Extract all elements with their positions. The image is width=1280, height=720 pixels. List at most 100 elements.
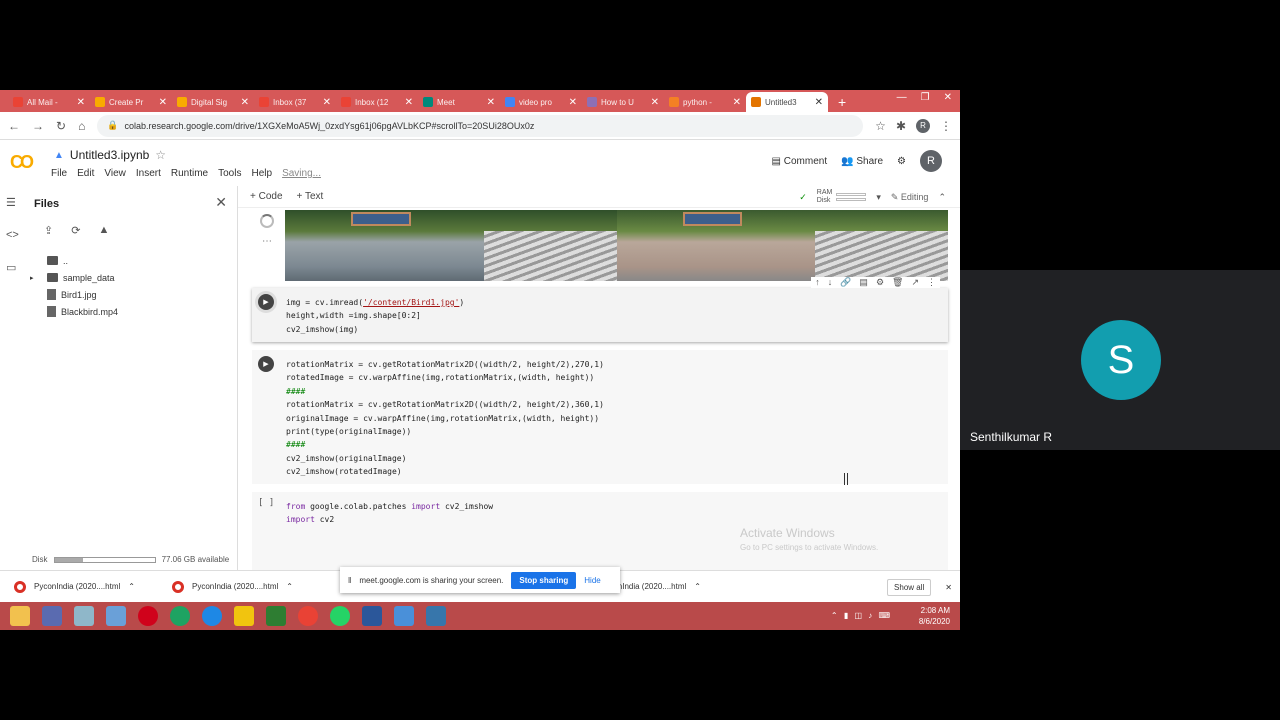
close-tab-icon[interactable]: ✕ bbox=[815, 97, 823, 108]
code-cell-imread[interactable]: ▶ ↑ ↓ 🔗 ▤ ⚙ 🗑 ↗ ⋮ img = cv.imread('/cont… bbox=[252, 277, 948, 342]
cell-execution-count[interactable]: [ ] bbox=[258, 498, 274, 508]
spreadsheet-icon[interactable] bbox=[266, 606, 286, 626]
output-menu-icon[interactable]: ⋯ bbox=[262, 236, 272, 247]
close-downloads-icon[interactable]: ✕ bbox=[945, 583, 952, 592]
close-tab-icon[interactable]: ✕ bbox=[405, 97, 413, 108]
close-tab-icon[interactable]: ✕ bbox=[569, 97, 577, 108]
browser-tab[interactable]: All Mail - ✕ bbox=[8, 92, 90, 112]
upload-icon[interactable]: ⇪ bbox=[44, 224, 53, 237]
menu-item-view[interactable]: View bbox=[104, 168, 126, 179]
refresh-icon[interactable]: ⟳ bbox=[71, 224, 80, 237]
forward-icon[interactable]: → bbox=[32, 119, 44, 133]
comment-cell-icon[interactable]: ▤ bbox=[859, 277, 868, 288]
add-text-button[interactable]: + Text bbox=[297, 191, 324, 202]
run-cell-button[interactable]: ▶ bbox=[258, 294, 274, 310]
add-code-button[interactable]: + Code bbox=[250, 191, 283, 202]
run-cell-button[interactable]: ▶ bbox=[258, 356, 274, 372]
colab-logo[interactable]: CO bbox=[10, 152, 34, 173]
close-window-icon[interactable]: ✕ bbox=[944, 92, 952, 103]
editing-mode[interactable]: ✎ Editing bbox=[891, 192, 929, 203]
system-tray-icons[interactable]: ⌃ ▮ ◫ ♪ ⌨ bbox=[831, 611, 892, 620]
notebook-title[interactable]: Untitled3.ipynb bbox=[70, 148, 149, 162]
collapse-header-icon[interactable]: ⌃ bbox=[938, 192, 946, 203]
python-icon[interactable] bbox=[234, 606, 254, 626]
user-avatar[interactable]: R bbox=[920, 150, 942, 172]
tree-row-blackbird[interactable]: Blackbird.mp4 bbox=[30, 303, 118, 320]
star-icon[interactable]: ☆ bbox=[155, 148, 166, 162]
delete-cell-icon[interactable]: 🗑 bbox=[892, 277, 903, 288]
code-cell-rotation[interactable]: ▶ rotationMatrix = cv.getRotationMatrix2… bbox=[252, 350, 948, 484]
clock[interactable]: 2:08 AM 8/6/2020 bbox=[919, 605, 950, 627]
ram-disk-indicator[interactable]: RAM Disk bbox=[817, 189, 867, 205]
close-tab-icon[interactable]: ✕ bbox=[241, 97, 249, 108]
tree-row-bird1[interactable]: Bird1.jpg bbox=[30, 286, 118, 303]
close-tab-icon[interactable]: ✕ bbox=[323, 97, 331, 108]
browser-icon[interactable] bbox=[170, 606, 190, 626]
browser-menu-icon[interactable]: ⋮ bbox=[940, 119, 952, 133]
extensions-icon[interactable]: ✱ bbox=[896, 119, 906, 133]
tree-row-sample-data[interactable]: ▸ sample_data bbox=[30, 269, 118, 286]
app2-icon[interactable] bbox=[394, 606, 414, 626]
chevron-up-icon[interactable]: ⌃ bbox=[286, 582, 293, 591]
calculator-icon[interactable] bbox=[42, 606, 62, 626]
move-down-icon[interactable]: ↓ bbox=[828, 277, 833, 288]
menu-item-tools[interactable]: Tools bbox=[218, 168, 241, 179]
browser-tab[interactable]: Digital Sig ✕ bbox=[172, 92, 254, 112]
browser-tab[interactable]: Inbox (37 ✕ bbox=[254, 92, 336, 112]
back-icon[interactable]: ← bbox=[8, 119, 20, 133]
move-up-icon[interactable]: ↑ bbox=[815, 277, 820, 288]
notepad-icon[interactable] bbox=[106, 606, 126, 626]
stop-sharing-button[interactable]: Stop sharing bbox=[511, 571, 577, 589]
word-icon[interactable] bbox=[362, 606, 382, 626]
runtime-dropdown-icon[interactable]: ▾ bbox=[876, 192, 881, 203]
whatsapp-icon[interactable] bbox=[330, 606, 350, 626]
app-icon[interactable] bbox=[74, 606, 94, 626]
code-editor[interactable]: from google.colab.patches import cv2_ims… bbox=[286, 500, 493, 527]
browser-tab[interactable]: python - ✕ bbox=[664, 92, 746, 112]
browser-tab[interactable]: Inbox (12 ✕ bbox=[336, 92, 418, 112]
tree-row-parent[interactable]: .. bbox=[30, 252, 118, 269]
browser-tab[interactable]: Create Pr ✕ bbox=[90, 92, 172, 112]
hide-banner-button[interactable]: Hide bbox=[584, 576, 600, 585]
minimize-icon[interactable]: — bbox=[897, 92, 907, 103]
profile-avatar[interactable]: R bbox=[916, 118, 930, 133]
settings-gear-icon[interactable]: ⚙ bbox=[897, 156, 906, 167]
folder-icon[interactable]: ▭ bbox=[6, 261, 19, 274]
close-sidebar-icon[interactable]: ✕ bbox=[215, 194, 227, 211]
download-item[interactable]: PyconIndia (2020....html ⌃ bbox=[172, 580, 300, 593]
download-item[interactable]: PyconIndia (2020....html ⌃ bbox=[14, 580, 142, 593]
chrome-icon[interactable] bbox=[298, 606, 318, 626]
new-tab-button[interactable]: + bbox=[838, 92, 846, 112]
chevron-up-icon[interactable]: ⌃ bbox=[694, 582, 701, 591]
cell-settings-icon[interactable]: ⚙ bbox=[876, 277, 884, 288]
open-tab-icon[interactable]: ↗ bbox=[911, 277, 919, 288]
browser-tab[interactable]: video pro ✕ bbox=[500, 92, 582, 112]
comment-button[interactable]: ▤ Comment bbox=[772, 156, 828, 167]
close-tab-icon[interactable]: ✕ bbox=[487, 97, 495, 108]
menu-item-file[interactable]: File bbox=[51, 168, 67, 179]
chevron-up-icon[interactable]: ⌃ bbox=[128, 582, 135, 591]
toc-icon[interactable]: ☰ bbox=[6, 196, 19, 209]
python-idle-icon[interactable] bbox=[426, 606, 446, 626]
close-tab-icon[interactable]: ✕ bbox=[77, 97, 85, 108]
reload-icon[interactable]: ↻ bbox=[56, 119, 66, 133]
show-all-button[interactable]: Show all bbox=[887, 579, 932, 596]
menu-item-edit[interactable]: Edit bbox=[77, 168, 94, 179]
browser-tab[interactable]: Untitled3 ✕ bbox=[746, 92, 828, 112]
code-editor[interactable]: img = cv.imread('/content/Bird1.jpg') hei… bbox=[286, 296, 464, 336]
menu-item-runtime[interactable]: Runtime bbox=[171, 168, 208, 179]
close-tab-icon[interactable]: ✕ bbox=[733, 97, 741, 108]
menu-item-insert[interactable]: Insert bbox=[136, 168, 161, 179]
url-field[interactable]: 🔒 colab.research.google.com/drive/1XGXeM… bbox=[97, 114, 864, 137]
expand-arrow-icon[interactable]: ▸ bbox=[30, 274, 42, 282]
browser-tab[interactable]: How to U ✕ bbox=[582, 92, 664, 112]
mount-drive-icon[interactable]: ▲ bbox=[98, 224, 109, 237]
maximize-icon[interactable]: ❐ bbox=[921, 92, 930, 103]
file-explorer-icon[interactable] bbox=[10, 606, 30, 626]
browser-tab[interactable]: Meet ✕ bbox=[418, 92, 500, 112]
close-tab-icon[interactable]: ✕ bbox=[159, 97, 167, 108]
share-button[interactable]: 👥 Share bbox=[841, 156, 883, 167]
home-icon[interactable]: ⌂ bbox=[78, 119, 85, 133]
close-tab-icon[interactable]: ✕ bbox=[651, 97, 659, 108]
bookmark-star-icon[interactable]: ☆ bbox=[875, 119, 886, 133]
